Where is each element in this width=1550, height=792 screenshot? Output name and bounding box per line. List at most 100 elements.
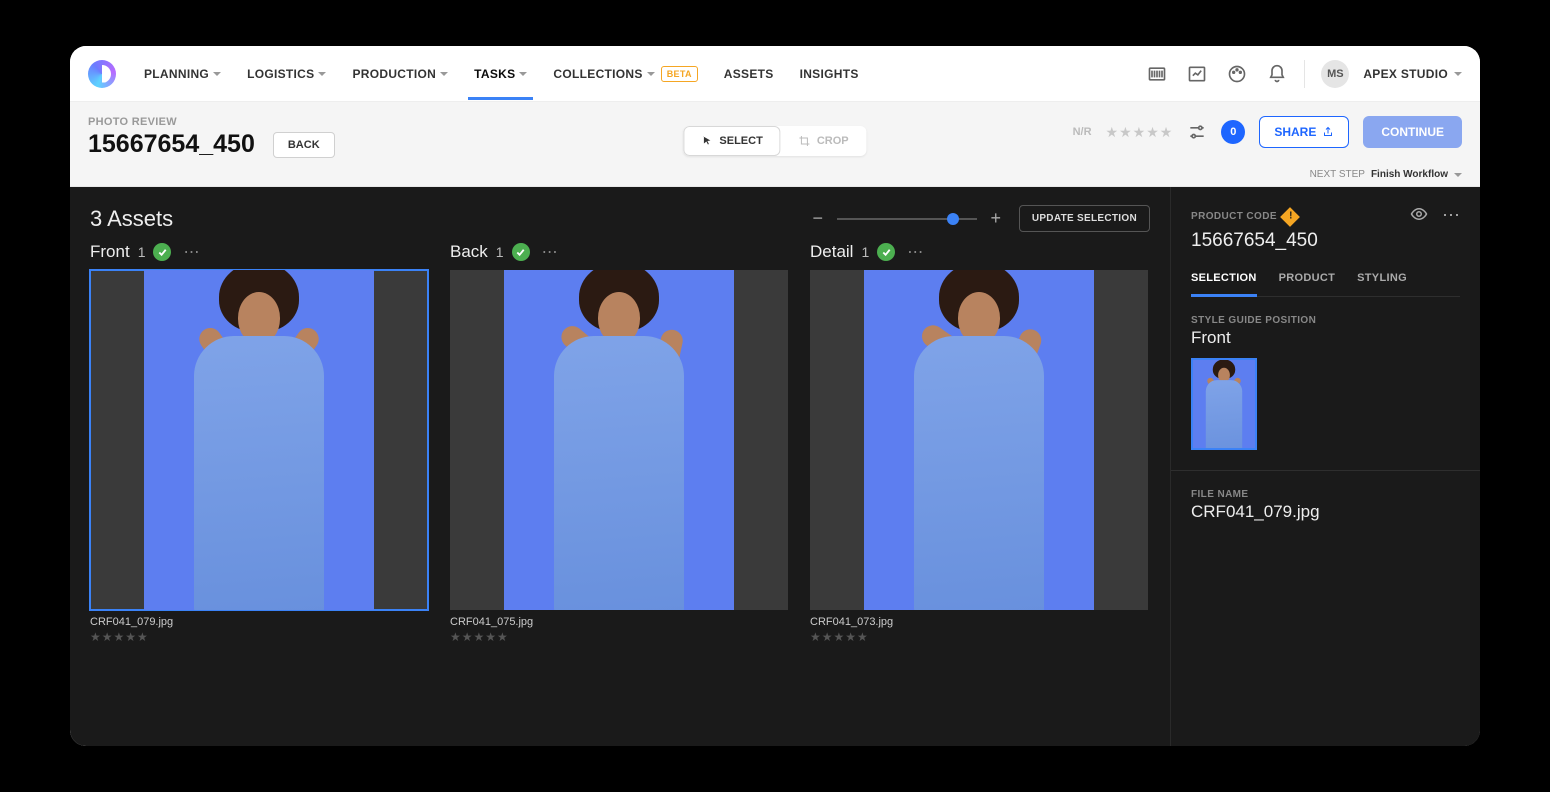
card-title: Front [90,242,130,262]
update-selection-button[interactable]: UPDATE SELECTION [1019,205,1150,232]
chevron-down-icon [647,72,655,76]
segment-label: CROP [817,135,849,147]
rpanel-tabs: SELECTION PRODUCT STYLING [1191,272,1460,297]
brand-logo[interactable] [88,60,116,88]
nav-label: PLANNING [144,67,209,81]
beta-badge: BETA [661,66,698,82]
asset-thumbnail[interactable] [450,270,788,610]
user-avatar[interactable]: MS [1321,60,1349,88]
segment-label: SELECT [719,135,762,147]
check-icon [512,243,530,261]
position-value: Front [1191,328,1460,348]
card-title: Back [450,242,488,262]
nav-planning[interactable]: PLANNING [144,49,221,99]
nav-assets[interactable]: ASSETS [724,49,774,99]
asset-card: Detail 1 ⋯ CRF041_073.jpg ★★★★★ [810,242,1148,644]
crop-icon [799,135,811,147]
zoom-track[interactable] [837,218,977,220]
next-step-label: NEXT STEP [1310,169,1365,180]
zoom-in-icon[interactable]: + [987,208,1005,229]
product-code-label: PRODUCT CODE [1191,210,1297,224]
share-icon [1322,126,1334,138]
continue-button[interactable]: CONTINUE [1363,116,1462,148]
studio-switcher[interactable]: APEX STUDIO [1363,67,1462,81]
bell-icon[interactable] [1266,63,1288,85]
more-icon[interactable]: ⋯ [542,242,558,262]
share-button[interactable]: SHARE [1259,116,1349,148]
divider [1304,60,1305,88]
chevron-down-icon [440,72,448,76]
chevron-down-icon [1454,72,1462,76]
sliders-icon[interactable] [1187,122,1207,142]
asset-card: Front 1 ⋯ CRF041_079.jpg ★★★★★ [90,242,428,644]
asset-rating[interactable]: ★★★★★ [810,630,1148,644]
chevron-down-icon [1454,173,1462,177]
check-icon [153,243,171,261]
right-panel: PRODUCT CODE ⋯ 15667654_450 SELECTION PR… [1170,187,1480,746]
asset-filename: CRF041_073.jpg [810,616,1148,628]
nav-label: COLLECTIONS [553,67,642,81]
asset-rating[interactable]: ★★★★★ [90,630,428,644]
asset-thumbnail[interactable] [810,270,1148,610]
nav-label: ASSETS [724,67,774,81]
nav-tasks[interactable]: TASKS [474,49,527,99]
breadcrumb: PHOTO REVIEW [88,116,335,128]
crop-mode-button[interactable]: CROP [781,126,867,156]
rating-stars[interactable]: ★★★★★ [1106,124,1174,141]
asset-rating[interactable]: ★★★★★ [450,630,788,644]
mode-segmented-control: SELECT CROP [683,126,866,156]
card-count: 1 [138,244,146,260]
nav-collections[interactable]: COLLECTIONS BETA [553,48,697,100]
warning-icon [1280,207,1300,227]
card-count: 1 [496,244,504,260]
product-code-value: 15667654_450 [1191,230,1460,252]
count-badge[interactable]: 0 [1221,120,1245,144]
nav-label: LOGISTICS [247,67,314,81]
metrics-icon[interactable] [1186,63,1208,85]
nav-insights[interactable]: INSIGHTS [800,49,859,99]
cursor-icon [701,135,713,147]
button-label: SHARE [1274,125,1316,139]
label-text: PRODUCT CODE [1191,211,1277,222]
nav-links: PLANNING LOGISTICS PRODUCTION TASKS COLL… [144,48,859,100]
more-icon[interactable]: ⋯ [907,242,923,262]
barcode-icon[interactable] [1146,63,1168,85]
studio-name: APEX STUDIO [1363,67,1448,81]
chevron-down-icon [213,72,221,76]
page-title: 15667654_450 [88,130,255,159]
asset-filename: CRF041_079.jpg [90,616,428,628]
next-step[interactable]: NEXT STEP Finish Workflow [1310,169,1462,180]
palette-icon[interactable] [1226,63,1248,85]
nav-label: INSIGHTS [800,67,859,81]
zoom-thumb[interactable] [947,213,959,225]
select-mode-button[interactable]: SELECT [683,126,780,156]
more-icon[interactable]: ⋯ [183,242,199,262]
app-window: PLANNING LOGISTICS PRODUCTION TASKS COLL… [70,46,1480,746]
chevron-down-icon [318,72,326,76]
nav-production[interactable]: PRODUCTION [352,49,448,99]
eye-icon[interactable] [1410,205,1428,228]
asset-filename: CRF041_075.jpg [450,616,788,628]
assets-count-title: 3 Assets [90,206,173,232]
rating-prefix: N/R [1073,126,1092,138]
gallery: 3 Assets − + UPDATE SELECTION Front 1 [70,187,1170,746]
nav-icon-group [1146,63,1288,85]
next-step-value: Finish Workflow [1371,169,1448,180]
card-count: 1 [861,244,869,260]
position-thumbnail[interactable] [1191,358,1257,450]
top-nav: PLANNING LOGISTICS PRODUCTION TASKS COLL… [70,46,1480,102]
check-icon [877,243,895,261]
tab-styling[interactable]: STYLING [1357,272,1407,296]
nav-label: PRODUCTION [352,67,436,81]
asset-card: Back 1 ⋯ CRF041_075.jpg ★★★★★ [450,242,788,644]
zoom-slider[interactable]: − + [809,208,1005,229]
more-icon[interactable]: ⋯ [1442,205,1460,228]
back-button[interactable]: BACK [273,132,335,158]
asset-thumbnail[interactable] [90,270,428,610]
tab-product[interactable]: PRODUCT [1279,272,1336,296]
tab-selection[interactable]: SELECTION [1191,272,1257,297]
nav-logistics[interactable]: LOGISTICS [247,49,326,99]
zoom-out-icon[interactable]: − [809,208,827,229]
card-title: Detail [810,242,853,262]
position-label: STYLE GUIDE POSITION [1191,315,1460,326]
